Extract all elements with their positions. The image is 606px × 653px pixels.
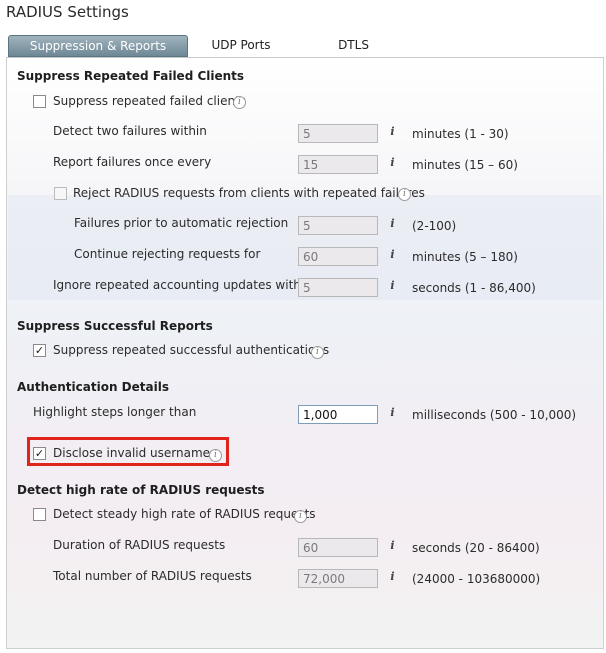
- duration-label: Duration of RADIUS requests: [53, 538, 226, 552]
- failures-prior-unit: (2-100): [412, 219, 457, 233]
- failures-prior-field[interactable]: 5: [298, 216, 378, 235]
- ignore-accounting-field[interactable]: 5: [298, 278, 378, 297]
- disclose-usernames-label: Disclose invalid usernames: [53, 446, 217, 460]
- info-icon[interactable]: i: [294, 510, 307, 523]
- report-failures-label: Report failures once every: [53, 155, 212, 169]
- continue-rejecting-label: Continue rejecting requests for: [74, 247, 261, 261]
- continue-rejecting-field[interactable]: 60: [298, 247, 378, 266]
- continue-rejecting-unit: minutes (5 – 180): [412, 250, 518, 264]
- info-icon[interactable]: i: [387, 157, 398, 168]
- detect-two-failures-unit: minutes (1 - 30): [412, 127, 509, 141]
- reject-requests-label: Reject RADIUS requests from clients with…: [73, 186, 425, 200]
- detect-high-rate-label: Detect steady high rate of RADIUS reques…: [53, 507, 316, 521]
- section-title-successful-reports: Suppress Successful Reports: [17, 319, 213, 333]
- info-icon[interactable]: i: [387, 540, 398, 551]
- info-icon[interactable]: i: [311, 346, 324, 359]
- detect-high-rate-checkbox[interactable]: [33, 508, 46, 521]
- section-title-high-rate: Detect high rate of RADIUS requests: [17, 483, 265, 497]
- total-number-field[interactable]: 72,000: [298, 569, 378, 588]
- duration-unit: seconds (20 - 86400): [412, 541, 540, 555]
- info-icon[interactable]: i: [387, 571, 398, 582]
- detect-two-failures-field[interactable]: 5: [298, 124, 378, 143]
- ignore-accounting-unit: seconds (1 - 86,400): [412, 281, 536, 295]
- section-title-authentication-details: Authentication Details: [17, 380, 169, 394]
- info-icon[interactable]: i: [387, 126, 398, 137]
- section-title-repeated-failed: Suppress Repeated Failed Clients: [17, 69, 245, 83]
- suppress-failed-checkbox[interactable]: [33, 95, 46, 108]
- report-failures-field[interactable]: 15: [298, 155, 378, 174]
- page-title: RADIUS Settings: [6, 3, 129, 21]
- highlight-steps-label: Highlight steps longer than: [33, 405, 197, 419]
- tab-bar: Suppression & Reports UDP Ports DTLS: [6, 35, 604, 58]
- disclose-usernames-checkbox[interactable]: ✓: [33, 447, 46, 460]
- duration-field[interactable]: 60: [298, 538, 378, 557]
- suppress-failed-label: Suppress repeated failed clients: [53, 94, 247, 108]
- info-icon[interactable]: i: [209, 449, 222, 462]
- highlight-steps-unit: milliseconds (500 - 10,000): [412, 408, 577, 422]
- info-icon[interactable]: i: [233, 96, 246, 109]
- info-icon[interactable]: i: [398, 188, 411, 201]
- tab-udp-ports[interactable]: UDP Ports: [196, 35, 286, 55]
- highlight-steps-field[interactable]: 1,000: [298, 405, 378, 424]
- info-icon[interactable]: i: [387, 218, 398, 229]
- info-icon[interactable]: i: [387, 249, 398, 260]
- report-failures-unit: minutes (15 – 60): [412, 158, 518, 172]
- suppress-successful-checkbox[interactable]: ✓: [33, 344, 46, 357]
- total-number-unit: (24000 - 103680000): [412, 572, 541, 586]
- detect-two-failures-label: Detect two failures within: [53, 124, 207, 138]
- total-number-label: Total number of RADIUS requests: [53, 569, 252, 583]
- tab-suppression-reports[interactable]: Suppression & Reports: [8, 35, 188, 57]
- ignore-accounting-label: Ignore repeated accounting updates withi…: [53, 278, 312, 292]
- failures-prior-label: Failures prior to automatic rejection: [74, 216, 289, 230]
- info-icon[interactable]: i: [387, 280, 398, 291]
- suppress-successful-label: Suppress repeated successful authenticat…: [53, 343, 330, 357]
- tab-dtls[interactable]: DTLS: [326, 35, 381, 55]
- settings-panel: Suppress Repeated Failed Clients Suppres…: [6, 58, 604, 649]
- reject-requests-checkbox[interactable]: [54, 187, 67, 200]
- info-icon[interactable]: i: [387, 407, 398, 418]
